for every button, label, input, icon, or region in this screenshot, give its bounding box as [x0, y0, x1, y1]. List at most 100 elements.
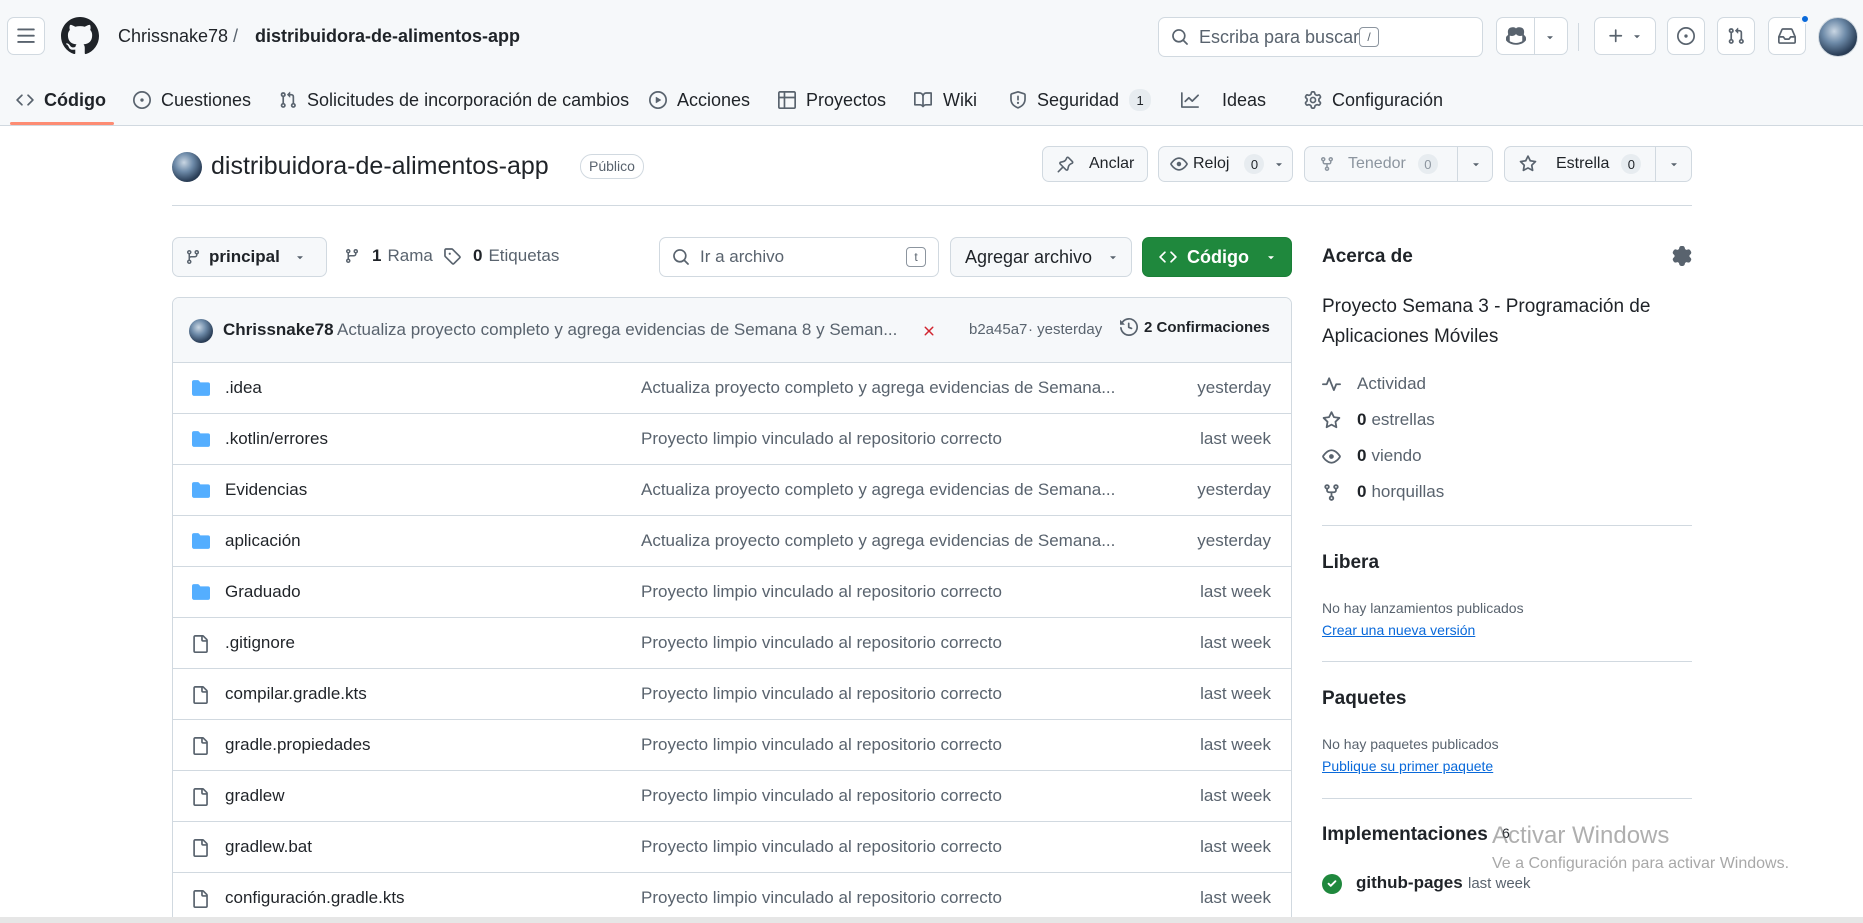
file-commit-message[interactable]: Proyecto limpio vinculado al repositorio…	[641, 582, 1141, 602]
tab-settings[interactable]: Configuración	[1304, 74, 1443, 126]
fork-button[interactable]: Tenedor 0	[1305, 147, 1457, 181]
breadcrumb-owner[interactable]: Chrissnake78	[118, 26, 228, 47]
fork-dropdown[interactable]	[1458, 147, 1492, 181]
commit-failed-x-icon[interactable]	[921, 323, 937, 339]
packages-title[interactable]: Paquetes	[1322, 688, 1406, 710]
star-dropdown[interactable]	[1656, 147, 1690, 181]
file-row[interactable]: gradle.propiedades Proyecto limpio vincul…	[173, 720, 1291, 771]
repo-title[interactable]: distribuidora-de-alimentos-app	[211, 152, 549, 181]
chevron-down-icon[interactable]	[1544, 31, 1556, 43]
tab-projects[interactable]: Proyectos	[778, 74, 886, 126]
add-file-button[interactable]: Agregar archivo	[950, 237, 1132, 277]
file-row[interactable]: .gitignore Proyecto limpio vinculado al r…	[173, 618, 1291, 669]
commit-hash[interactable]: b2a45a7	[969, 321, 1027, 338]
file-name[interactable]: gradle.propiedades	[225, 735, 371, 755]
tab-insights[interactable]: Ideas	[1180, 74, 1266, 126]
file-name[interactable]: Evidencias	[225, 480, 307, 500]
file-commit-message[interactable]: Actualiza proyecto completo y agrega evi…	[641, 480, 1141, 500]
file-row[interactable]: Graduado Proyecto limpio vinculado al rep…	[173, 567, 1291, 618]
notification-dot	[1800, 14, 1810, 24]
repo-avatar[interactable]	[172, 152, 202, 182]
tag-icon	[443, 247, 461, 265]
forks-link[interactable]: 0 horquillas	[1322, 482, 1444, 502]
issues-button[interactable]	[1667, 17, 1705, 55]
file-row[interactable]: aplicación Actualiza proyecto completo y …	[173, 516, 1291, 567]
commit-author[interactable]: Chrissnake78	[223, 320, 334, 340]
branch-selector[interactable]: principal	[172, 237, 327, 277]
star-button[interactable]: Estrella 0	[1505, 147, 1655, 181]
file-row[interactable]: gradlew.bat Proyecto limpio vinculado al …	[173, 822, 1291, 873]
tags-count: 0	[473, 246, 483, 265]
publish-package-link[interactable]: Publique su primer paquete	[1322, 758, 1493, 774]
stars-label: estrellas	[1371, 410, 1435, 429]
commit-message[interactable]: Actualiza proyecto completo y agrega evi…	[337, 320, 897, 340]
file-commit-message[interactable]: Proyecto limpio vinculado al repositorio…	[641, 837, 1141, 857]
file-age: last week	[1200, 429, 1271, 448]
file-name[interactable]: compilar.gradle.kts	[225, 684, 367, 704]
copilot-button[interactable]	[1496, 17, 1568, 55]
create-release-link[interactable]: Crear una nueva versión	[1322, 622, 1475, 638]
commits-history-link[interactable]: 2 Confirmaciones	[1120, 318, 1270, 336]
file-row[interactable]: configuración.gradle.kts Proyecto limpio …	[173, 873, 1291, 923]
active-tab-underline	[10, 122, 114, 125]
tags-link[interactable]: 0 Etiquetas	[443, 246, 559, 266]
code-button[interactable]: Código	[1142, 237, 1292, 277]
go-to-file-input[interactable]: Ir a archivo t	[659, 237, 939, 277]
branches-link[interactable]: 1 Rama	[344, 246, 433, 266]
file-icon	[191, 685, 209, 705]
user-avatar[interactable]	[1818, 17, 1858, 57]
tab-code[interactable]: Código	[16, 74, 106, 126]
activity-link[interactable]: Actividad	[1322, 374, 1426, 394]
file-commit-message[interactable]: Actualiza proyecto completo y agrega evi…	[641, 531, 1141, 551]
file-commit-message[interactable]: Proyecto limpio vinculado al repositorio…	[641, 735, 1141, 755]
inbox-button[interactable]	[1768, 17, 1806, 55]
commit-author-avatar[interactable]	[189, 319, 213, 343]
file-name[interactable]: .kotlin/errores	[225, 429, 328, 449]
stars-link[interactable]: 0 estrellas	[1322, 410, 1435, 430]
file-name[interactable]: Graduado	[225, 582, 301, 602]
file-name[interactable]: gradlew.bat	[225, 837, 312, 857]
releases-title[interactable]: Libera	[1322, 552, 1379, 574]
file-commit-message[interactable]: Proyecto limpio vinculado al repositorio…	[641, 888, 1141, 908]
file-row[interactable]: .kotlin/errores Proyecto limpio vinculado…	[173, 414, 1291, 465]
folder-icon	[191, 430, 211, 448]
watch-button[interactable]: Reloj 0	[1158, 146, 1293, 182]
tab-wiki[interactable]: Wiki	[913, 74, 977, 126]
security-count-badge: 1	[1129, 89, 1152, 111]
file-commit-message[interactable]: Proyecto limpio vinculado al repositorio…	[641, 786, 1141, 806]
tab-security[interactable]: Seguridad 1	[1009, 74, 1152, 126]
file-commit-message[interactable]: Actualiza proyecto completo y agrega evi…	[641, 378, 1141, 398]
tab-actions[interactable]: Acciones	[649, 74, 750, 126]
file-commit-message[interactable]: Proyecto limpio vinculado al repositorio…	[641, 429, 1141, 449]
deployment-name[interactable]: github-pages	[1356, 873, 1463, 893]
file-name[interactable]: aplicación	[225, 531, 301, 551]
chevron-down-icon	[1470, 158, 1482, 170]
file-age: last week	[1200, 633, 1271, 652]
file-name[interactable]: .idea	[225, 378, 262, 398]
file-icon	[191, 838, 209, 858]
file-name[interactable]: .gitignore	[225, 633, 295, 653]
file-row[interactable]: Evidencias Actualiza proyecto completo y …	[173, 465, 1291, 516]
menu-button[interactable]	[7, 17, 45, 55]
file-commit-message[interactable]: Proyecto limpio vinculado al repositorio…	[641, 684, 1141, 704]
about-settings-gear-icon[interactable]	[1672, 246, 1692, 266]
file-row[interactable]: .idea Actualiza proyecto completo y agreg…	[173, 363, 1291, 414]
deployments-title[interactable]: Implementaciones	[1322, 824, 1488, 846]
create-new-button[interactable]	[1594, 17, 1656, 55]
file-commit-message[interactable]: Proyecto limpio vinculado al repositorio…	[641, 633, 1141, 653]
pull-requests-button[interactable]	[1717, 17, 1755, 55]
tab-code-label: Código	[44, 89, 106, 110]
global-search-input[interactable]: Escriba para buscar /	[1158, 17, 1483, 57]
pin-button[interactable]: Anclar	[1042, 146, 1148, 182]
file-row[interactable]: compilar.gradle.kts Proyecto limpio vincu…	[173, 669, 1291, 720]
tab-pull-requests[interactable]: Solicitudes de incorporación de cambios	[279, 74, 629, 126]
github-logo-icon[interactable]	[61, 17, 99, 55]
file-name[interactable]: gradlew	[225, 786, 285, 806]
add-file-label: Agregar archivo	[965, 246, 1093, 267]
file-name[interactable]: configuración.gradle.kts	[225, 888, 405, 908]
file-row[interactable]: gradlew Proyecto limpio vinculado al repo…	[173, 771, 1291, 822]
breadcrumb-repo[interactable]: distribuidora-de-alimentos-app	[255, 26, 520, 47]
tab-issues[interactable]: Cuestiones	[133, 74, 251, 126]
watching-link[interactable]: 0 viendo	[1322, 446, 1422, 466]
deployment-time: last week	[1468, 875, 1531, 892]
